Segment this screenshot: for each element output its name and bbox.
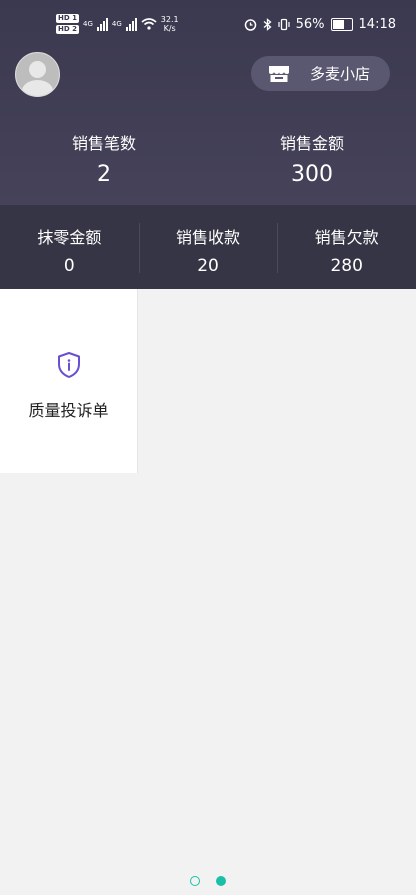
stat-value: 2 — [97, 162, 111, 187]
status-left: HD 1 HD 2 4G 4G 32.1 K/s — [56, 14, 179, 34]
signal-icon — [96, 17, 108, 31]
battery-icon — [330, 18, 353, 31]
net-speed: 32.1 K/s — [161, 15, 179, 33]
stat-value: 300 — [291, 162, 333, 187]
page-dot-2[interactable] — [216, 876, 226, 886]
store-switch-button[interactable]: 多麦小店 — [251, 56, 390, 91]
store-name: 多麦小店 — [310, 65, 371, 83]
sales-summary: 销售笔数 2 销售金额 300 — [0, 130, 416, 187]
hd-badges: HD 1 HD 2 — [56, 14, 79, 34]
wifi-icon — [141, 18, 157, 30]
stat-label: 销售金额 — [279, 134, 344, 153]
stat-sales-amount: 销售金额 300 — [208, 130, 416, 187]
cell-label: 销售收款 — [176, 228, 241, 247]
payment-summary: 抹零金额 0 销售收款 20 销售欠款 280 — [0, 205, 416, 289]
stat-sales-count: 销售笔数 2 — [0, 130, 208, 187]
stat-label: 销售笔数 — [71, 134, 136, 153]
status-right: 56% 14:18 — [244, 17, 396, 32]
net-speed-unit: K/s — [163, 24, 176, 33]
status-bar: HD 1 HD 2 4G 4G 32.1 K/s 56% 14:18 — [0, 0, 416, 50]
avatar[interactable] — [15, 52, 60, 97]
battery-percent: 56% — [295, 17, 325, 32]
hd2-badge: HD 2 — [56, 25, 79, 34]
cell-sales-owed: 销售欠款 280 — [277, 205, 416, 289]
tile-label: 质量投诉单 — [28, 401, 109, 420]
cell-value: 20 — [197, 256, 219, 276]
hd1-badge: HD 1 — [56, 14, 79, 23]
shield-info-icon — [57, 352, 80, 378]
page-indicator — [0, 876, 416, 886]
cell-value: 280 — [330, 256, 363, 276]
net-type-2: 4G — [111, 19, 122, 28]
header-panel: HD 1 HD 2 4G 4G 32.1 K/s 56% 14:18 多麦小店 销… — [0, 0, 416, 205]
clock: 14:18 — [358, 17, 396, 32]
cell-label: 销售欠款 — [314, 228, 379, 247]
page-dot-1[interactable] — [190, 876, 200, 886]
cell-rounding-amount: 抹零金额 0 — [0, 205, 139, 289]
cell-label: 抹零金额 — [37, 228, 102, 247]
alarm-icon — [244, 19, 256, 31]
store-icon — [269, 65, 289, 82]
net-type-1: 4G — [82, 19, 93, 28]
cell-value: 0 — [63, 256, 75, 276]
vibrate-icon — [278, 18, 290, 31]
bluetooth-icon — [263, 18, 272, 31]
quality-complaint-tile[interactable]: 质量投诉单 — [0, 289, 138, 473]
net-speed-value: 32.1 — [160, 15, 179, 24]
cell-sales-received: 销售收款 20 — [138, 205, 278, 289]
signal-icon-2 — [125, 17, 137, 31]
